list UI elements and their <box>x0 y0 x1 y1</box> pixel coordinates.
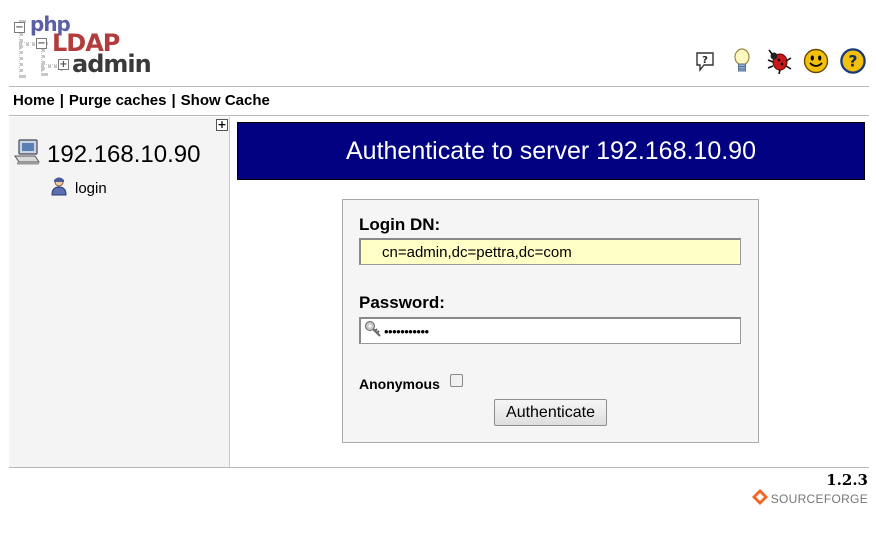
password-mask: ••••••••••• <box>384 323 429 339</box>
login-dn-value: cn=admin,dc=pettra,dc=com <box>382 243 572 261</box>
nav-separator: | <box>59 92 64 109</box>
anonymous-label: Anonymous <box>359 376 440 392</box>
login-link[interactable]: login <box>75 180 107 197</box>
login-form: Login DN: cn=admin,dc=pettra,dc=com Pass… <box>342 199 759 443</box>
password-field[interactable]: ••••••••••• <box>359 317 741 344</box>
svg-text:?: ? <box>848 52 857 71</box>
computer-icon <box>13 138 41 171</box>
server-label: 192.168.10.90 <box>47 140 201 168</box>
sourceforge-logo[interactable]: SOURCEFORGE <box>751 489 868 508</box>
tree-server-node[interactable]: 192.168.10.90 <box>13 138 200 171</box>
phpldapadmin-logo: − − + php LDAP admin <box>14 12 152 78</box>
bulb-icon[interactable] <box>729 47 755 75</box>
top-navigation: Home | Purge caches | Show Cache <box>13 92 270 109</box>
home-link[interactable]: Home <box>13 92 55 109</box>
expand-all-button[interactable]: + <box>216 119 228 131</box>
tree-login-node[interactable]: login <box>50 176 107 201</box>
authenticate-button[interactable]: Authenticate <box>494 399 607 426</box>
sourceforge-text: SOURCEFORGE <box>770 491 868 506</box>
nav-separator: | <box>171 92 176 109</box>
question-icon[interactable]: ? <box>840 47 866 75</box>
header-icon-bar: ? ? <box>692 47 866 75</box>
show-cache-link[interactable]: Show Cache <box>181 92 270 109</box>
footer-divider <box>9 467 869 468</box>
anonymous-checkbox[interactable] <box>449 373 463 387</box>
key-icon <box>364 320 382 342</box>
login-dn-label: Login DN: <box>359 215 441 234</box>
purge-caches-link[interactable]: Purge caches <box>69 92 167 109</box>
help-bubble-icon[interactable]: ? <box>692 47 718 75</box>
anonymous-option: Anonymous <box>359 373 463 392</box>
bug-icon[interactable] <box>766 47 792 75</box>
logo-admin-text: admin <box>72 50 152 78</box>
smiley-icon[interactable] <box>803 47 829 75</box>
login-dn-field[interactable]: cn=admin,dc=pettra,dc=com <box>359 238 741 265</box>
version-label: 1.2.3 <box>826 471 868 489</box>
page-title-banner: Authenticate to server 192.168.10.90 <box>237 122 865 180</box>
password-label: Password: <box>359 293 445 312</box>
svg-text:?: ? <box>702 55 708 66</box>
user-icon <box>50 176 68 201</box>
sourceforge-icon <box>751 489 768 508</box>
header-divider <box>9 86 869 87</box>
nav-divider <box>9 115 869 116</box>
